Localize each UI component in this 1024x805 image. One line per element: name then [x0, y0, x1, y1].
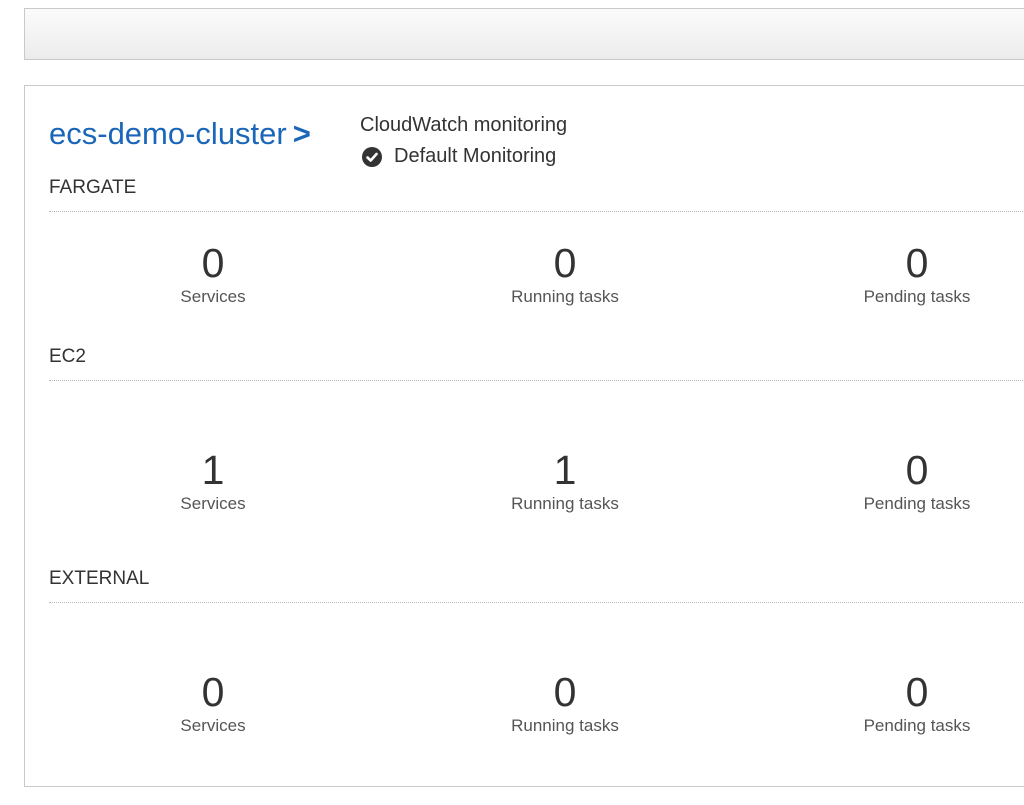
stat-label: Pending tasks	[863, 287, 971, 306]
monitoring-value: Default Monitoring	[394, 145, 557, 167]
monitoring-label: CloudWatch monitoring	[360, 114, 568, 136]
stat-label: Pending tasks	[863, 716, 971, 735]
chevron-right-icon: >	[292, 116, 311, 151]
stat-fargate-services: 0 Services	[103, 241, 323, 307]
stat-value: 0	[553, 669, 577, 715]
stat-label: Pending tasks	[863, 494, 971, 513]
stat-label: Running tasks	[511, 494, 619, 513]
divider	[49, 211, 1024, 212]
divider	[49, 380, 1024, 381]
stat-value: 1	[201, 447, 225, 493]
stat-value: 0	[905, 669, 929, 715]
stat-label: Services	[180, 716, 246, 735]
stat-fargate-running-tasks: 0 Running tasks	[455, 241, 675, 307]
check-circle-icon	[362, 146, 382, 167]
stat-label: Services	[180, 494, 246, 513]
stat-ec2-pending-tasks: 0 Pending tasks	[807, 448, 1024, 514]
stat-external-services: 0 Services	[103, 670, 323, 736]
stat-label: Services	[180, 287, 246, 306]
stat-external-pending-tasks: 0 Pending tasks	[807, 670, 1024, 736]
section-title-ec2: EC2	[49, 346, 86, 367]
stat-label: Running tasks	[511, 716, 619, 735]
top-toolbar	[24, 8, 1024, 60]
stat-value: 0	[905, 447, 929, 493]
stat-ec2-running-tasks: 1 Running tasks	[455, 448, 675, 514]
section-title-external: EXTERNAL	[49, 568, 150, 589]
cluster-name-link[interactable]: ecs-demo-cluster >	[49, 116, 311, 152]
section-title-fargate: FARGATE	[49, 177, 137, 198]
cluster-card: ecs-demo-cluster > CloudWatch monitoring …	[24, 85, 1024, 787]
stat-value: 0	[201, 669, 225, 715]
stat-value: 0	[553, 240, 577, 286]
stat-ec2-services: 1 Services	[103, 448, 323, 514]
cluster-name: ecs-demo-cluster	[49, 116, 287, 151]
stat-fargate-pending-tasks: 0 Pending tasks	[807, 241, 1024, 307]
stat-external-running-tasks: 0 Running tasks	[455, 670, 675, 736]
monitoring-status: Default Monitoring	[362, 145, 556, 168]
stat-value: 0	[201, 240, 225, 286]
stat-label: Running tasks	[511, 287, 619, 306]
divider	[49, 602, 1024, 603]
stat-value: 0	[905, 240, 929, 286]
stat-value: 1	[553, 447, 577, 493]
